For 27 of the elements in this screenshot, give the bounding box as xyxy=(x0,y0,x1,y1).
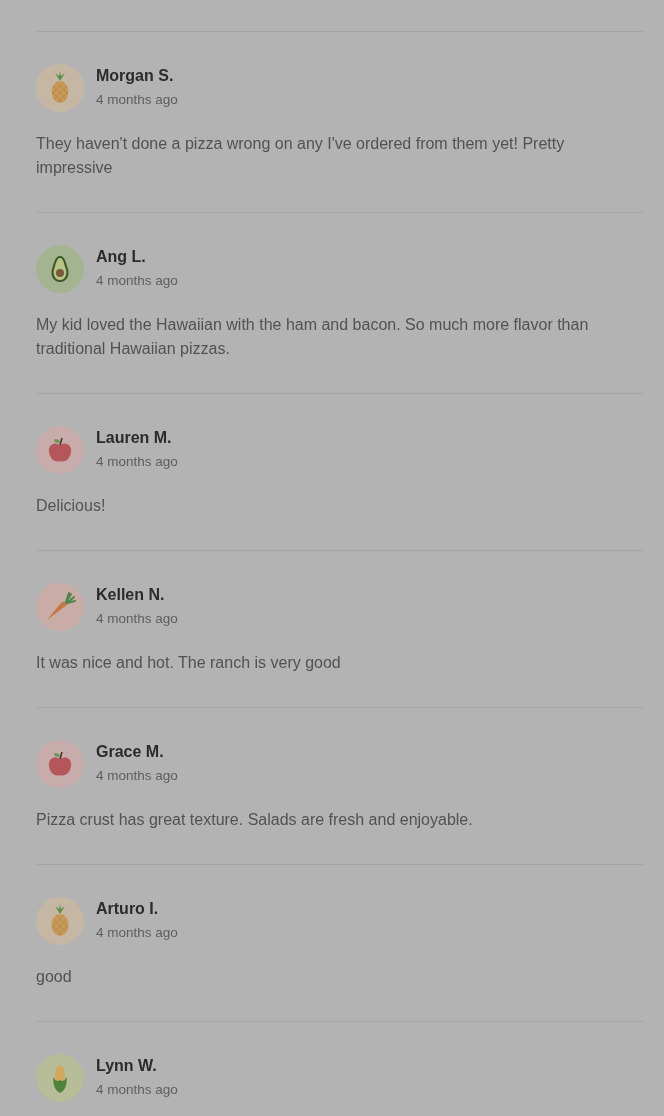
review-text: good xyxy=(36,967,73,987)
review-time: 4 months ago xyxy=(96,453,178,471)
apple-icon xyxy=(36,426,84,474)
review-text: Delicious! xyxy=(36,496,107,516)
review-text: Pizza crust has great texture. Salads are fresh and enjoyable. xyxy=(36,810,474,830)
review-text: My kid loved the Hawaiian with the ham and bacon. So much more flavor than traditional Hawaiian pizzas. xyxy=(36,315,590,359)
reviewer-name: Arturo I. xyxy=(96,899,159,919)
review-time: 4 months ago xyxy=(96,924,178,942)
review-time: 4 months ago xyxy=(96,610,178,628)
reviewer-name: Ang L. xyxy=(96,247,146,267)
review-text: It was nice and hot. The ranch is very good xyxy=(36,653,342,673)
review-time: 4 months ago xyxy=(96,91,178,109)
avocado-icon xyxy=(36,245,84,293)
reviewer-name: Lauren M. xyxy=(96,428,172,448)
reviewer-name: Morgan S. xyxy=(96,66,174,86)
reviewer-name: Lynn W. xyxy=(96,1056,157,1076)
reviewer-name: Kellen N. xyxy=(96,585,165,605)
review-time: 4 months ago xyxy=(96,272,178,290)
review-time: 4 months ago xyxy=(96,767,178,785)
pineapple-icon xyxy=(36,64,84,112)
pineapple-icon xyxy=(36,897,84,945)
review-text: They haven't done a pizza wrong on any I've ordered from them yet! Pretty impressive xyxy=(36,134,566,178)
reviewer-name: Grace M. xyxy=(96,742,164,762)
corn-icon xyxy=(36,1054,84,1102)
review-time: 4 months ago xyxy=(96,1081,178,1099)
apple-icon xyxy=(36,740,84,788)
carrot-icon xyxy=(36,583,84,631)
